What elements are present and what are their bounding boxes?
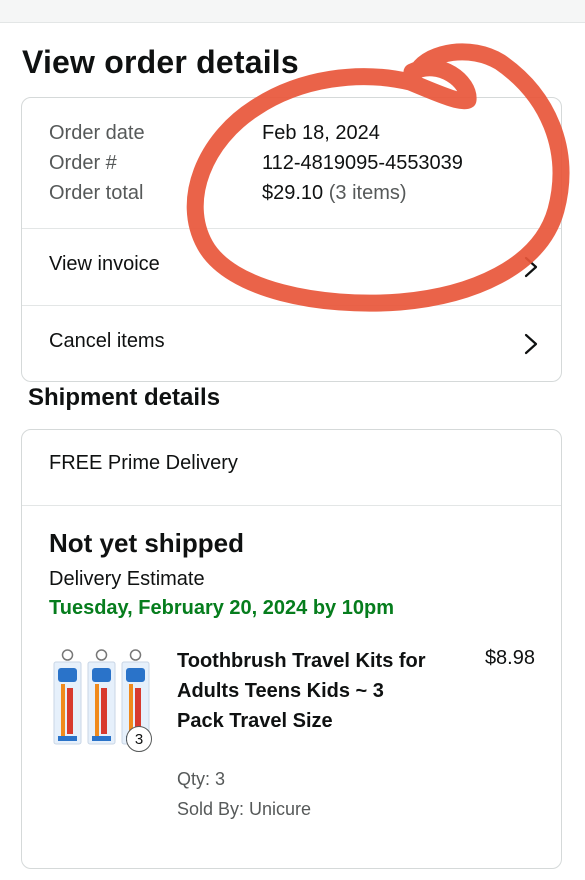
delivery-method: FREE Prime Delivery: [49, 452, 238, 474]
quantity-badge: 3: [126, 726, 152, 752]
view-invoice-row[interactable]: View invoice: [22, 229, 561, 305]
order-item-count: (3 items): [328, 182, 407, 204]
chevron-right-icon: [524, 333, 538, 355]
order-total-value: $29.10 (3 items): [262, 182, 407, 205]
order-total-label: Order total: [49, 182, 144, 204]
product-price: $8.98: [484, 647, 535, 669]
divider: [22, 505, 561, 506]
product-quantity: Qty: 3: [177, 769, 226, 789]
top-bar: [0, 0, 585, 23]
shipment-section-title: Shipment details: [28, 384, 221, 411]
delivery-estimate-date: Tuesday, February 20, 2024 by 10pm: [49, 597, 394, 619]
product-title-link[interactable]: Toothbrush Travel Kits for Adults Teens …: [177, 646, 427, 736]
toothbrush-kit-icon: [87, 649, 116, 745]
order-number-label: Order #: [49, 152, 117, 174]
order-number-value: 112-4819095-4553039: [262, 152, 463, 174]
order-summary-card: Order date Feb 18, 2024 Order # 112-4819…: [21, 97, 562, 382]
product-seller: Sold By: Unicure: [177, 799, 312, 819]
toothbrush-kit-icon: [53, 649, 82, 745]
cancel-items-row[interactable]: Cancel items: [22, 306, 561, 382]
order-total-amount: $29.10: [262, 182, 324, 204]
shipment-card: FREE Prime Delivery Not yet shipped Deli…: [21, 429, 562, 869]
cancel-items-label: Cancel items: [49, 330, 165, 352]
page-title: View order details: [22, 44, 299, 80]
shipment-status: Not yet shipped: [49, 528, 245, 558]
view-invoice-label: View invoice: [49, 253, 160, 275]
delivery-estimate-label: Delivery Estimate: [49, 568, 205, 590]
order-date-value: Feb 18, 2024: [262, 122, 380, 144]
chevron-right-icon: [524, 256, 538, 278]
order-date-label: Order date: [49, 122, 145, 144]
